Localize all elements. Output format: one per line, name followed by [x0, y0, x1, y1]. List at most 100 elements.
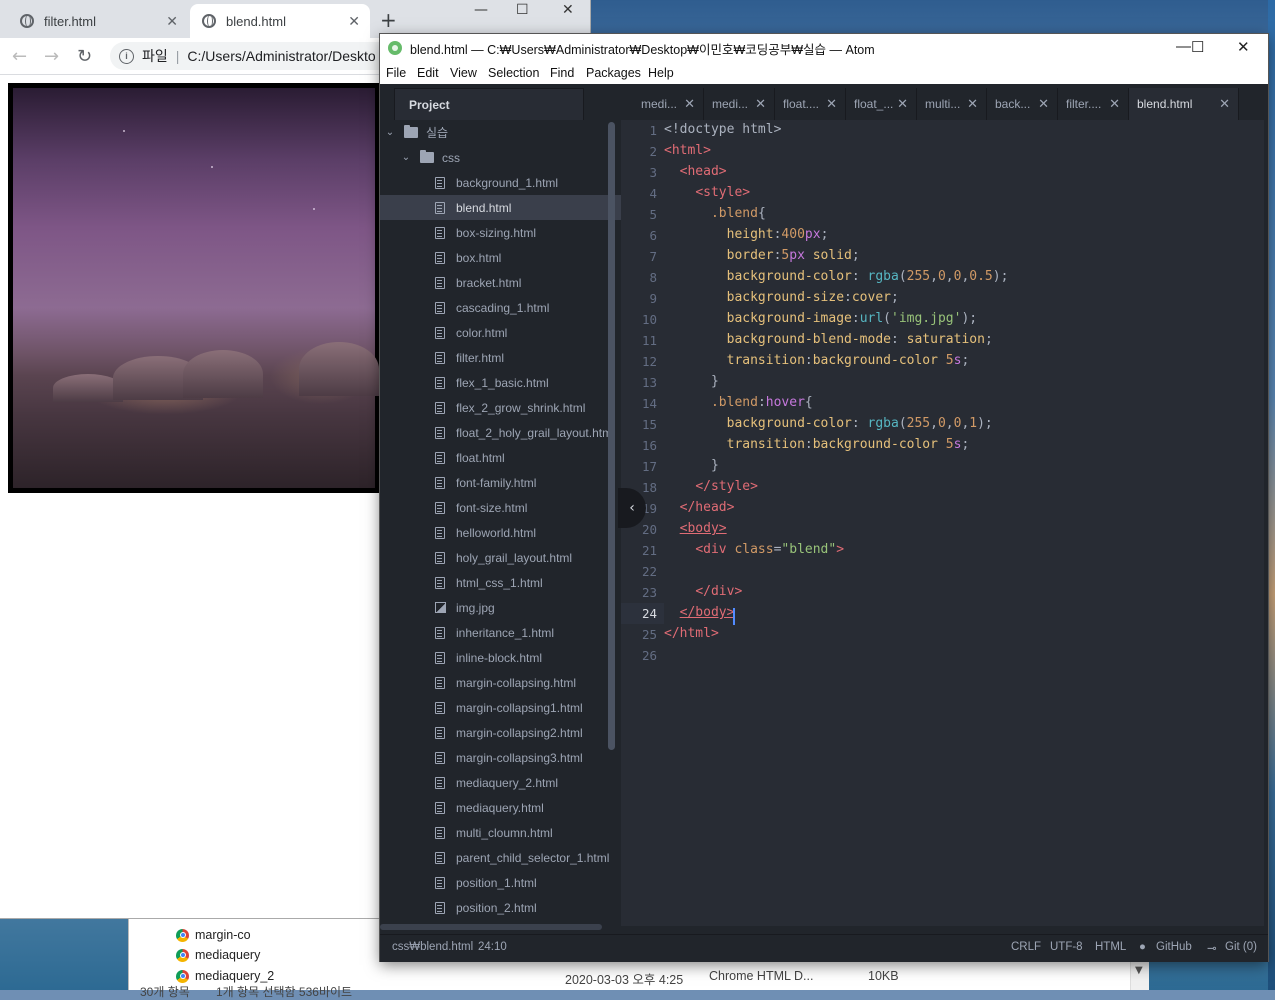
blend-div-preview[interactable]	[8, 83, 380, 493]
tree-file-item[interactable]: cascading_1.html	[380, 295, 621, 320]
tree-file-item[interactable]: font-family.html	[380, 470, 621, 495]
tree-file-item[interactable]: holy_grail_layout.html	[380, 545, 621, 570]
minimize-button[interactable]: —	[474, 2, 488, 18]
text-cursor	[733, 608, 735, 625]
status-encoding[interactable]: UTF-8	[1050, 941, 1083, 953]
tree-file-item[interactable]: inheritance_1.html	[380, 620, 621, 645]
back-arrow-icon[interactable]: ←	[12, 46, 27, 67]
editor-tab[interactable]: medi... ✕	[704, 88, 775, 120]
editor-tab[interactable]: filter.... ✕	[1058, 88, 1129, 120]
editor-tab[interactable]: float.... ✕	[775, 88, 846, 120]
status-file-path[interactable]: css₩blend.html	[392, 941, 473, 953]
close-button[interactable]: ✕	[562, 2, 574, 18]
editor-tab[interactable]: back... ✕	[987, 88, 1058, 120]
chevron-down-icon: ⌄	[385, 127, 395, 138]
tree-file-item[interactable]: flex_2_grow_shrink.html	[380, 395, 621, 420]
file-icon	[435, 701, 445, 714]
tree-file-item[interactable]: blend.html	[380, 195, 621, 220]
close-tab-icon[interactable]: ✕	[684, 96, 695, 112]
tree-css-folder[interactable]: ⌄ css	[380, 145, 621, 170]
explorer-status-selection: 1개 항목 선택함 536바이트	[216, 985, 353, 999]
tree-file-label: box.html	[456, 250, 502, 265]
browser-tab[interactable]: filter.html ✕	[8, 4, 188, 38]
tree-file-item[interactable]: margin-collapsing.html	[380, 670, 621, 695]
code-line: </body>	[679, 605, 735, 620]
close-tab-icon[interactable]: ✕	[1219, 96, 1230, 112]
tree-horizontal-scrollbar[interactable]	[380, 924, 602, 930]
code-line: <style>	[695, 185, 751, 200]
menu-find[interactable]: Find	[550, 66, 574, 80]
file-icon	[435, 226, 445, 239]
tree-file-item[interactable]: helloworld.html	[380, 520, 621, 545]
menu-file[interactable]: File	[386, 66, 406, 80]
tree-file-item[interactable]: box-sizing.html	[380, 220, 621, 245]
tree-file-item[interactable]: mediaquery.html	[380, 795, 621, 820]
menu-selection[interactable]: Selection	[488, 66, 539, 80]
menu-help[interactable]: Help	[648, 66, 674, 80]
reload-icon[interactable]: ↻	[77, 46, 92, 67]
tree-file-item[interactable]: background_1.html	[380, 170, 621, 195]
code-line: }	[664, 458, 719, 473]
status-cursor-position[interactable]: 24:10	[478, 941, 507, 953]
file-icon	[435, 826, 445, 839]
tree-root-folder[interactable]: ⌄ 실습	[380, 120, 611, 145]
tree-file-item[interactable]: margin-collapsing2.html	[380, 720, 621, 745]
close-tab-icon[interactable]: ✕	[967, 96, 978, 112]
close-button[interactable]: ✕	[1237, 38, 1250, 56]
info-icon[interactable]: i	[119, 48, 134, 64]
tree-file-item[interactable]: color.html	[380, 320, 621, 345]
explorer-row[interactable]: margin-co	[176, 925, 251, 945]
editor-tab-bar: medi... ✕ medi... ✕ float.... ✕ float_... ✕ mult…	[621, 84, 1268, 120]
code-line: </div>	[695, 584, 743, 599]
tree-scrollbar[interactable]	[608, 122, 615, 750]
tree-file-item[interactable]: flex_1_basic.html	[380, 370, 621, 395]
status-bar: css₩blend.html 24:10 CRLF UTF-8 HTML ● G…	[380, 934, 1268, 962]
status-grammar[interactable]: HTML	[1095, 941, 1126, 953]
code-line: <html>	[664, 143, 711, 158]
status-git[interactable]: Git (0)	[1225, 941, 1257, 953]
editor-tab[interactable]: float_... ✕	[846, 88, 917, 120]
close-tab-icon[interactable]: ✕	[826, 96, 837, 112]
menu-packages[interactable]: Packages	[586, 66, 641, 80]
project-tab[interactable]: Project	[394, 88, 584, 120]
tree-file-item[interactable]: filter.html	[380, 345, 621, 370]
browser-tab-active[interactable]: blend.html ✕	[190, 4, 370, 38]
explorer-row[interactable]: mediaquery	[176, 945, 260, 965]
menu-edit[interactable]: Edit	[417, 66, 439, 80]
new-tab-button[interactable]: +	[380, 8, 397, 32]
forward-arrow-icon[interactable]: →	[44, 46, 59, 67]
editor-tab[interactable]: blend.html ✕	[1129, 88, 1239, 120]
editor-tab[interactable]: multi... ✕	[917, 88, 987, 120]
tree-file-item[interactable]: html_css_1.html	[380, 570, 621, 595]
close-tab-icon[interactable]: ✕	[348, 13, 360, 30]
tree-file-item[interactable]: font-size.html	[380, 495, 621, 520]
tree-file-item[interactable]: img.jpg	[380, 595, 621, 620]
chevron-down-icon[interactable]: ▼	[1135, 965, 1143, 976]
tree-file-item[interactable]: multi_cloumn.html	[380, 820, 621, 845]
close-tab-icon[interactable]: ✕	[1109, 96, 1120, 112]
tree-file-item[interactable]: inline-block.html	[380, 645, 621, 670]
status-line-ending[interactable]: CRLF	[1011, 941, 1041, 953]
maximize-button[interactable]: ☐	[516, 2, 529, 18]
tree-file-item[interactable]: bracket.html	[380, 270, 621, 295]
tree-file-item[interactable]: margin-collapsing3.html	[380, 745, 621, 770]
tree-file-item[interactable]: position_1.html	[380, 870, 621, 895]
close-tab-icon[interactable]: ✕	[166, 13, 178, 30]
status-github[interactable]: GitHub	[1156, 941, 1192, 953]
tree-file-item[interactable]: float_2_holy_grail_layout.html	[380, 420, 621, 445]
tree-file-item[interactable]: float.html	[380, 445, 621, 470]
minimize-button[interactable]: —	[1176, 38, 1191, 55]
tree-file-item[interactable]: parent_child_selector_1.html	[380, 845, 621, 870]
editor-tab[interactable]: medi... ✕	[633, 88, 704, 120]
tree-file-item[interactable]: position_2.html	[380, 895, 621, 920]
explorer-item-name: mediaquery_2	[195, 969, 275, 983]
menu-view[interactable]: View	[450, 66, 477, 80]
close-tab-icon[interactable]: ✕	[1038, 96, 1049, 112]
close-tab-icon[interactable]: ✕	[897, 96, 908, 112]
tree-file-item[interactable]: margin-collapsing1.html	[380, 695, 621, 720]
tree-file-item[interactable]: mediaquery_2.html	[380, 770, 621, 795]
code-editor[interactable]: <!doctype html> <html> <head> <style> .b…	[664, 120, 1267, 926]
maximize-button[interactable]: ☐	[1191, 38, 1204, 56]
close-tab-icon[interactable]: ✕	[755, 96, 766, 112]
tree-file-item[interactable]: box.html	[380, 245, 621, 270]
